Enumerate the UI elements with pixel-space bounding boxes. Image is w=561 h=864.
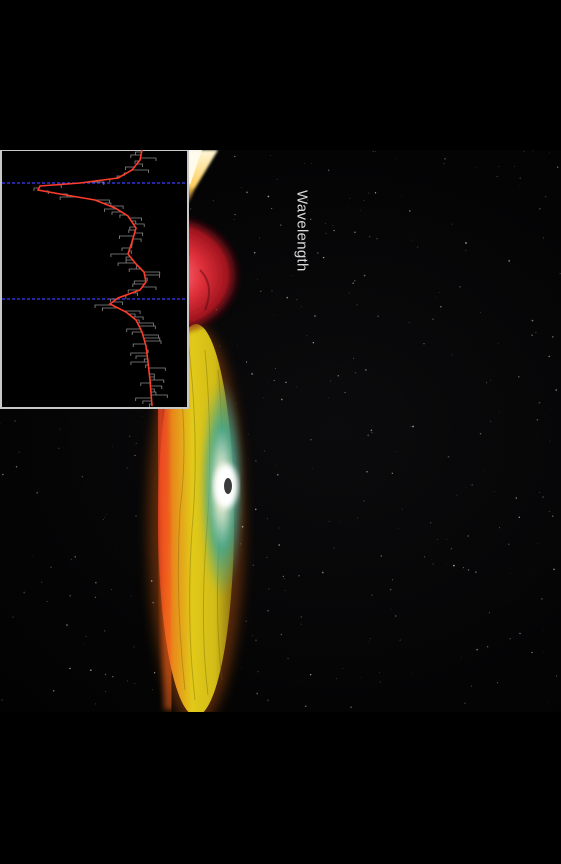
image-frame: Wavelength [0, 0, 561, 864]
spectrum-inset [0, 150, 189, 409]
space-scene: Wavelength [0, 150, 561, 712]
inset-frame [0, 150, 189, 409]
bottom-letterbox [0, 712, 561, 864]
compact-object [224, 478, 232, 494]
inset-axis-label: Wavelength [293, 190, 311, 272]
top-letterbox [0, 0, 561, 150]
